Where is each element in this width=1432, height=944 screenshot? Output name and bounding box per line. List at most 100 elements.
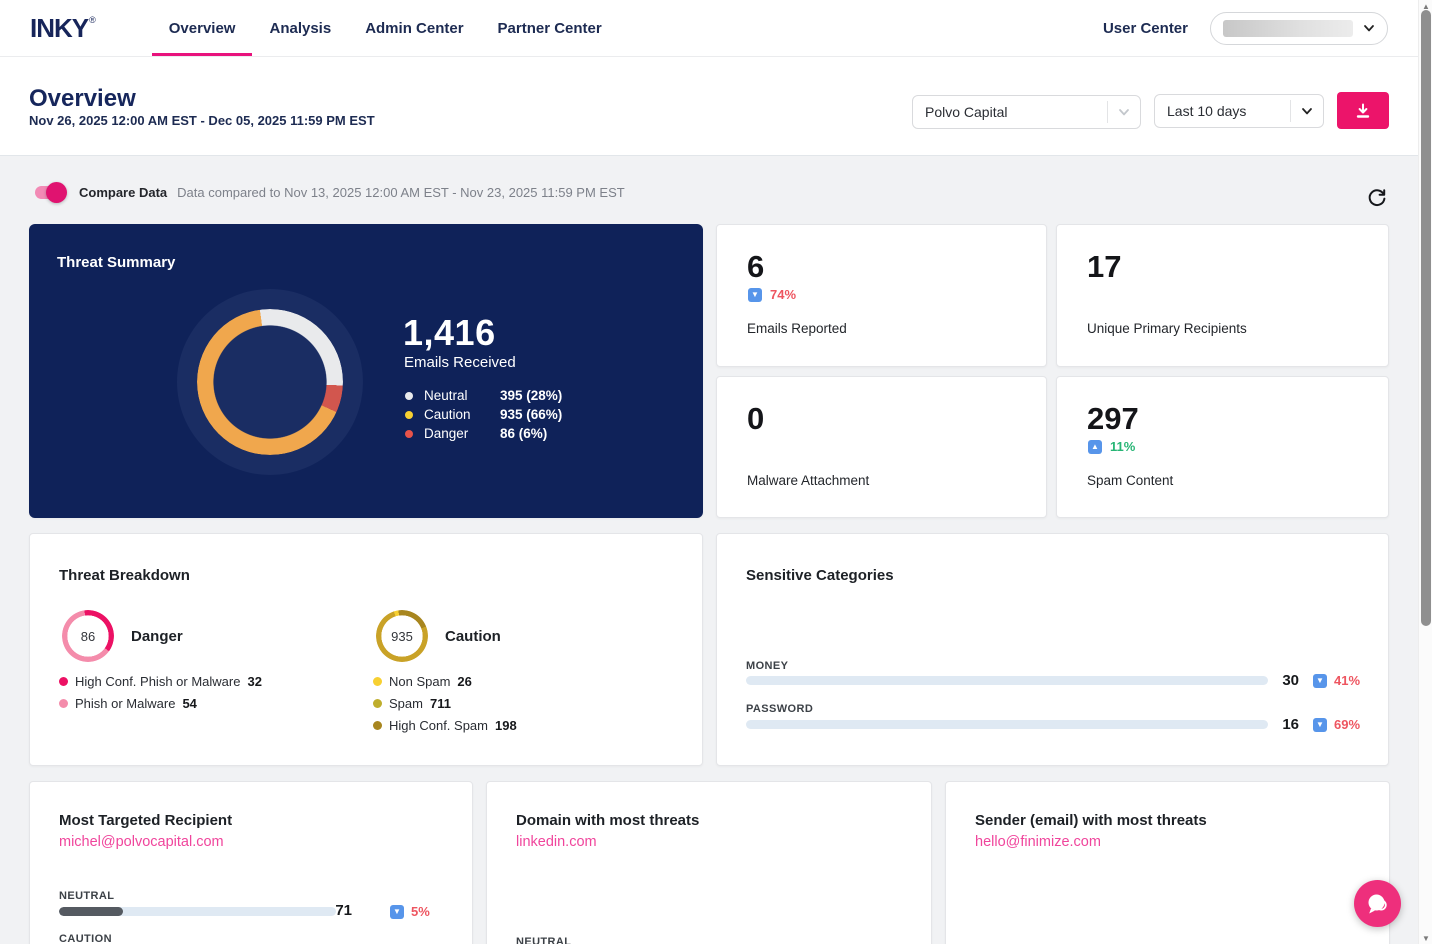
chat-icon (1365, 891, 1391, 917)
password-bar (746, 720, 1268, 729)
high-conf-phish-dot (59, 677, 68, 686)
danger-group-name: Danger (131, 628, 183, 645)
inky-logo[interactable]: INKY® (30, 0, 96, 56)
legend-row-neutral: Neutral 395 (28%) (405, 386, 562, 405)
spam-dot (373, 699, 382, 708)
card-title: Most Targeted Recipient (59, 812, 232, 829)
threat-summary-card: Threat Summary 1,416 Emails Received Neu… (29, 224, 703, 518)
danger-total: 86 (62, 629, 114, 644)
threat-breakdown-card: Threat Breakdown 86 Danger High Conf. Ph… (29, 533, 703, 766)
danger-dot (405, 430, 413, 438)
domain-link[interactable]: linkedin.com (516, 834, 597, 850)
card-title: Sender (email) with most threats (975, 812, 1207, 829)
most-targeted-recipient-card: Most Targeted Recipient michel@polvocapi… (29, 781, 473, 944)
tab-admin-center[interactable]: Admin Center (348, 0, 480, 56)
account-dropdown[interactable] (1210, 12, 1388, 45)
tab-partner-center[interactable]: Partner Center (481, 0, 619, 56)
compare-label: Compare Data (79, 185, 167, 200)
legend-item: Spam 711 (373, 692, 517, 714)
user-center-link[interactable]: User Center (1103, 20, 1188, 37)
stat-label: Unique Primary Recipients (1087, 321, 1247, 336)
neutral-dot (405, 392, 413, 400)
nav-tabs: Overview Analysis Admin Center Partner C… (152, 0, 619, 56)
legend-item: High Conf. Spam 198 (373, 714, 517, 736)
toggle-knob (46, 182, 67, 203)
caution-group-name: Caution (445, 628, 501, 645)
legend-item: Non Spam 26 (373, 670, 517, 692)
phish-or-malware-dot (59, 699, 68, 708)
organization-select[interactable]: Polvo Capital (912, 95, 1141, 129)
stat-card-spam-content: 297 ▲ 11% Spam Content (1056, 376, 1389, 518)
neutral-label: NEUTRAL (516, 936, 571, 944)
trend-down-icon: ▼ (1313, 718, 1327, 732)
download-icon (1354, 102, 1372, 120)
caution-dot (405, 411, 413, 419)
stat-label: Emails Reported (747, 321, 847, 336)
scrollbar-thumb[interactable] (1421, 10, 1431, 626)
dashboard-content: Compare Data Data compared to Nov 13, 20… (0, 156, 1418, 944)
download-button[interactable] (1337, 92, 1389, 129)
tab-overview[interactable]: Overview (152, 0, 253, 56)
threat-donut-chart[interactable] (197, 309, 343, 455)
top-nav: INKY® Overview Analysis Admin Center Par… (0, 0, 1418, 57)
stat-card-unique-recipients: 17 Unique Primary Recipients (1056, 224, 1389, 367)
trend-down-icon: ▼ (390, 905, 404, 919)
legend-row-caution: Caution 935 (66%) (405, 405, 562, 424)
recipient-link[interactable]: michel@polvocapital.com (59, 834, 224, 850)
select-divider (1290, 100, 1323, 122)
stat-card-emails-reported: 6 ▼ 74% Emails Reported (716, 224, 1047, 367)
legend-item: Phish or Malware 54 (59, 692, 262, 714)
stat-value: 17 (1087, 249, 1121, 285)
password-delta: ▼ 69% (1313, 717, 1360, 732)
compare-description: Data compared to Nov 13, 2025 12:00 AM E… (177, 185, 625, 200)
password-label: PASSWORD (746, 703, 813, 715)
non-spam-dot (373, 677, 382, 686)
neutral-label: NEUTRAL (59, 890, 114, 902)
nav-right: User Center (1103, 0, 1388, 56)
caution-total: 935 (376, 629, 428, 644)
delta-indicator: ▲ 11% (1088, 439, 1135, 454)
select-divider (1107, 101, 1140, 123)
stat-value: 297 (1087, 401, 1139, 437)
registered-mark: ® (89, 15, 96, 25)
period-select[interactable]: Last 10 days (1154, 94, 1324, 128)
stat-value: 6 (747, 249, 764, 285)
chevron-down-icon (1363, 22, 1375, 34)
delta-percent: 74% (770, 287, 796, 302)
domain-most-threats-card: Domain with most threats linkedin.com NE… (486, 781, 932, 944)
chat-button[interactable] (1354, 880, 1401, 927)
chevron-down-icon (1301, 105, 1313, 117)
delta-indicator: ▼ 74% (748, 287, 796, 302)
logo-text: INKY (30, 13, 88, 44)
sensitive-categories-title: Sensitive Categories (746, 567, 894, 584)
password-value: 16 (1269, 716, 1299, 733)
tab-analysis[interactable]: Analysis (252, 0, 348, 56)
emails-received-total: 1,416 (403, 312, 496, 354)
neutral-bar (59, 907, 336, 916)
scroll-down-icon[interactable]: ▼ (1419, 932, 1432, 944)
danger-legend: High Conf. Phish or Malware 32 Phish or … (59, 670, 262, 714)
stat-value: 0 (747, 401, 764, 437)
trend-down-icon: ▼ (1313, 674, 1327, 688)
sender-most-threats-card: Sender (email) with most threats hello@f… (945, 781, 1390, 944)
date-range: Nov 26, 2025 12:00 AM EST - Dec 05, 2025… (29, 113, 375, 128)
neutral-bar-fill (59, 907, 123, 916)
money-delta: ▼ 41% (1313, 673, 1360, 688)
emails-received-label: Emails Received (404, 354, 516, 371)
trend-down-icon: ▼ (748, 288, 762, 302)
stat-label: Malware Attachment (747, 473, 869, 488)
legend-row-danger: Danger 86 (6%) (405, 424, 562, 443)
sender-link[interactable]: hello@finimize.com (975, 834, 1101, 850)
page-header: Overview Nov 26, 2025 12:00 AM EST - Dec… (0, 57, 1418, 156)
threat-breakdown-title: Threat Breakdown (59, 567, 190, 584)
stat-label: Spam Content (1087, 473, 1173, 488)
money-value: 30 (1269, 672, 1299, 689)
trend-up-icon: ▲ (1088, 440, 1102, 454)
refresh-icon[interactable] (1366, 187, 1388, 209)
money-label: MONEY (746, 660, 788, 672)
delta-percent: 11% (1110, 439, 1135, 454)
neutral-delta: ▼ 5% (390, 904, 430, 919)
compare-toggle[interactable] (35, 186, 65, 199)
scrollbar[interactable]: ▲ ▼ (1418, 0, 1432, 944)
sensitive-categories-card: Sensitive Categories MONEY 30 ▼ 41% PASS… (716, 533, 1389, 766)
